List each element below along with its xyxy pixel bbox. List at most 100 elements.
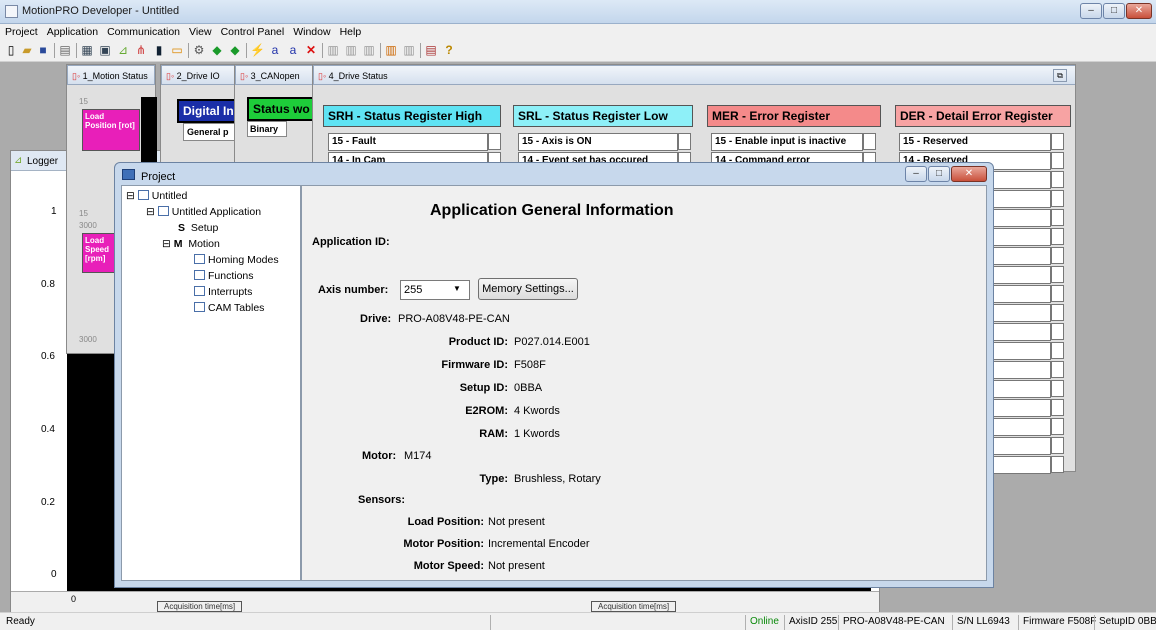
menu-view[interactable]: View: [184, 24, 216, 38]
chart3-icon[interactable]: ▥: [362, 43, 376, 57]
chart2-icon[interactable]: ▥: [344, 43, 358, 57]
project-tree: ⊟ Untitled ⊟ Untitled Application S Setu…: [121, 185, 301, 581]
io-icon[interactable]: ▭: [170, 43, 184, 57]
general-purpose-label: General p: [183, 123, 241, 141]
error-x-icon[interactable]: ✕: [304, 43, 318, 57]
tuner-icon[interactable]: ⋔: [134, 43, 148, 57]
binary-label: Binary: [247, 121, 287, 137]
collapse-icon[interactable]: ⊟: [146, 206, 155, 218]
print-icon[interactable]: ▤: [58, 43, 72, 57]
scale-label: 15: [79, 209, 88, 218]
tab-motion-status[interactable]: ▯◦ 1_Motion Status: [67, 65, 155, 85]
logger-title: Logger: [27, 156, 59, 167]
open-icon[interactable]: ▰: [20, 43, 34, 57]
menu-help[interactable]: Help: [335, 24, 366, 38]
ram-label: RAM:: [479, 428, 508, 440]
project-minimize-button[interactable]: –: [905, 166, 927, 182]
tab-drive-status[interactable]: ▯◦ 4_Drive Status: [313, 65, 1075, 85]
alpha-icon[interactable]: a: [268, 43, 282, 57]
tree-item-setup[interactable]: S Setup: [178, 222, 218, 234]
der-bit: [1051, 266, 1064, 283]
motor-type-label: Type:: [479, 473, 508, 485]
y-tick: 0.4: [41, 424, 55, 435]
chart1-icon[interactable]: ▥: [326, 43, 340, 57]
x-axis-label-2: Acquisition time[ms]: [591, 601, 677, 612]
help-icon[interactable]: ?: [442, 43, 456, 57]
cam-icon[interactable]: ▤: [424, 43, 438, 57]
tree-item-homing[interactable]: Homing Modes: [194, 254, 279, 266]
der-bit: [1051, 247, 1064, 264]
chart5-icon[interactable]: ▥: [402, 43, 416, 57]
project-icon: [137, 190, 149, 200]
project-close-button[interactable]: ✕: [951, 166, 987, 182]
tree-item-root[interactable]: ⊟ Untitled: [126, 190, 187, 202]
close-button[interactable]: ✕: [1126, 3, 1152, 19]
setup-id-value: 0BBA: [514, 382, 543, 394]
project-maximize-button[interactable]: □: [928, 166, 950, 182]
project-window[interactable]: Project – □ ✕ ⊟ Untitled ⊟ Untitled Appl…: [114, 162, 994, 588]
menu-communication[interactable]: Communication: [102, 24, 184, 38]
der-bit: [1051, 399, 1064, 416]
restore-icon[interactable]: ⧉: [1053, 69, 1067, 82]
folder-icon: [194, 254, 205, 264]
menu-control-panel[interactable]: Control Panel: [216, 24, 289, 38]
menu-application[interactable]: Application: [42, 24, 102, 38]
status-drive: PRO-A08V48-PE-CAN: [838, 615, 949, 630]
setup-icon[interactable]: ▦: [80, 43, 94, 57]
tab-canopen[interactable]: ▯◦ 3_CANopen: [235, 65, 315, 85]
logger-icon[interactable]: ⊿: [116, 43, 130, 57]
menu-project[interactable]: Project: [0, 24, 42, 38]
save-icon[interactable]: ■: [36, 43, 50, 57]
canopen-window[interactable]: ▯◦ 3_CANopen Status wo Binary: [234, 64, 317, 164]
srl-bit: [678, 133, 691, 150]
window-title: MotionPRO Developer - Untitled: [22, 5, 180, 17]
logger-axis-bar: 0 Acquisition time[ms] Acquisition time[…: [11, 591, 879, 612]
y-tick: 0: [51, 569, 57, 580]
setup-id-label: Setup ID:: [459, 382, 508, 394]
application-info-panel: Application General Information Applicat…: [301, 185, 987, 581]
menu-window[interactable]: Window: [288, 24, 334, 38]
der-bit: [1051, 171, 1064, 188]
drive-io-window[interactable]: ▯◦ 2_Drive IO Digital In General p: [160, 64, 241, 164]
tree-item-cam[interactable]: CAM Tables: [194, 302, 264, 314]
tree-item-functions[interactable]: Functions: [194, 270, 254, 282]
tree-item-motion[interactable]: ⊟ M Motion: [162, 238, 220, 250]
memory-settings-button[interactable]: Memory Settings...: [478, 278, 578, 300]
tab-drive-io[interactable]: ▯◦ 2_Drive IO: [161, 65, 239, 85]
project-title-bar[interactable]: Project – □ ✕: [115, 163, 993, 185]
maximize-button[interactable]: □: [1103, 3, 1125, 19]
chart4-icon[interactable]: ▥: [384, 43, 398, 57]
diamond-green-2-icon[interactable]: ◆: [228, 43, 242, 57]
motor-speed-label: Motor Speed:: [413, 560, 484, 572]
der-bit: [1051, 418, 1064, 435]
sensors-label: Sensors:: [358, 494, 406, 506]
motor-position-value: Incremental Encoder: [488, 538, 590, 550]
x-tick-zero: 0: [71, 594, 77, 604]
scale-label: 3000: [79, 221, 97, 230]
app-icon: [5, 5, 18, 18]
connect-icon[interactable]: ⚙: [192, 43, 206, 57]
stop-icon[interactable]: ▮: [152, 43, 166, 57]
collapse-icon[interactable]: ⊟: [126, 190, 135, 202]
folder-icon: [194, 286, 205, 296]
x-axis-label: Acquisition time[ms]: [157, 601, 243, 612]
tree-item-interrupts[interactable]: Interrupts: [194, 286, 252, 298]
motor-type-value: Brushless, Rotary: [514, 473, 601, 485]
alpha-2-icon[interactable]: a: [286, 43, 300, 57]
y-tick: 0.8: [41, 279, 55, 290]
tree-item-application[interactable]: ⊟ Untitled Application: [146, 206, 261, 218]
run-icon[interactable]: ⚡: [250, 43, 265, 57]
srh-header: SRH - Status Register High: [323, 105, 501, 127]
der-bit: [1051, 228, 1064, 245]
collapse-icon[interactable]: ⊟: [162, 238, 171, 250]
load-position-label: Load Position:: [407, 516, 484, 528]
status-ready: Ready: [6, 616, 35, 627]
axis-number-select[interactable]: 255 ▼: [400, 280, 470, 300]
chevron-down-icon[interactable]: ▼: [453, 284, 461, 293]
new-icon[interactable]: ▯: [4, 43, 18, 57]
load-position-value: Not present: [488, 516, 545, 528]
diamond-green-icon[interactable]: ◆: [210, 43, 224, 57]
motion-icon[interactable]: ▣: [98, 43, 112, 57]
status-firmware: Firmware F508F: [1018, 615, 1100, 630]
minimize-button[interactable]: –: [1080, 3, 1102, 19]
